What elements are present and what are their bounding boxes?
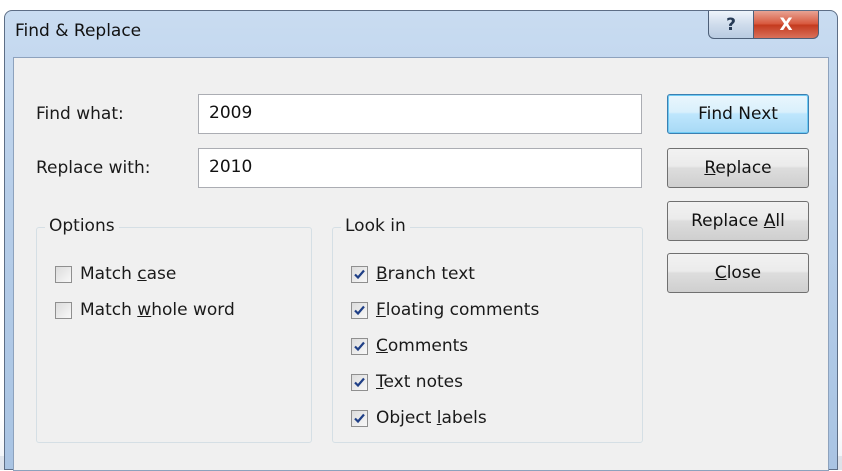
options-group: Options Match case Match whole word — [36, 216, 312, 443]
replace-all-label: Replace All — [691, 211, 785, 231]
replace-with-input[interactable]: 2010 — [198, 148, 642, 188]
checkbox-box — [351, 409, 368, 427]
branch-text-checkbox[interactable]: Branch text — [351, 264, 475, 284]
replace-label: Replace — [704, 158, 772, 178]
checkbox-label: Branch text — [376, 264, 475, 284]
dialog-title: Find & Replace — [15, 21, 142, 41]
comments-checkbox[interactable]: Comments — [351, 336, 468, 356]
checkbox-label: Comments — [376, 336, 469, 356]
object-labels-checkbox[interactable]: Object labels — [351, 408, 487, 428]
dialog-body: Find what: 2009 Replace with: 2010 Find … — [13, 57, 829, 471]
title-bar[interactable]: Find & Replace ? X — [5, 11, 837, 57]
checkbox-box — [351, 265, 368, 283]
check-mark-icon — [354, 413, 365, 423]
checkbox-box — [55, 301, 72, 319]
close-label: Close — [714, 263, 762, 283]
replace-all-button[interactable]: Replace All — [667, 201, 809, 241]
close-window-button[interactable]: X — [753, 11, 819, 39]
find-what-input[interactable]: 2009 — [198, 94, 642, 134]
find-next-label: Find Next — [698, 104, 778, 124]
replace-button[interactable]: Replace — [667, 148, 809, 188]
look-in-group-title: Look in — [341, 216, 410, 236]
checkbox-box — [351, 301, 368, 319]
replace-with-label: Replace with: — [36, 158, 151, 178]
checkbox-label: Object labels — [376, 408, 487, 428]
check-mark-icon — [354, 269, 365, 279]
checkbox-label: Floating comments — [376, 300, 540, 320]
checkbox-box — [55, 265, 72, 283]
options-group-title: Options — [45, 216, 119, 236]
check-mark-icon — [354, 305, 365, 315]
help-button[interactable]: ? — [708, 11, 754, 39]
checkbox-box — [351, 337, 368, 355]
check-mark-icon — [354, 377, 365, 387]
match-case-checkbox[interactable]: Match case — [55, 264, 176, 284]
look-in-group: Look in Branch text Floating comments Co… — [332, 216, 643, 443]
text-notes-checkbox[interactable]: Text notes — [351, 372, 463, 392]
close-icon: X — [779, 14, 793, 35]
help-icon: ? — [726, 14, 736, 35]
match-whole-word-checkbox[interactable]: Match whole word — [55, 300, 235, 320]
find-next-button[interactable]: Find Next — [667, 94, 809, 134]
checkbox-label: Match whole word — [80, 300, 235, 320]
close-button[interactable]: Close — [667, 253, 809, 293]
find-replace-dialog: Find & Replace ? X Find what: 2009 Repla… — [4, 10, 838, 471]
find-what-label: Find what: — [36, 104, 124, 124]
check-mark-icon — [354, 341, 365, 351]
floating-comments-checkbox[interactable]: Floating comments — [351, 300, 539, 320]
checkbox-box — [351, 373, 368, 391]
checkbox-label: Match case — [80, 264, 177, 284]
checkbox-label: Text notes — [376, 372, 463, 392]
